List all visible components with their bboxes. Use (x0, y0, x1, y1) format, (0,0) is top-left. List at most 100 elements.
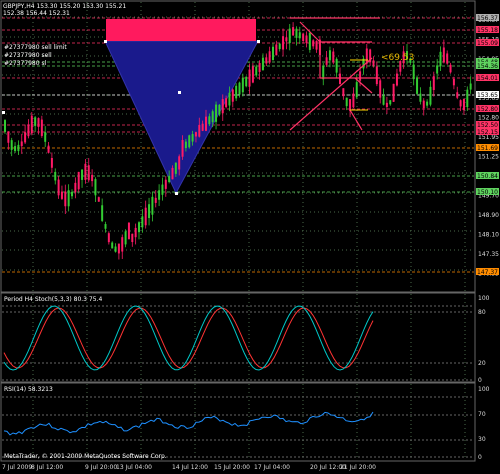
candle-body (71, 191, 73, 197)
rectangle-object[interactable] (106, 19, 256, 41)
annotation-text: <69.53 (381, 53, 414, 63)
price-tag-label: 155.09 (477, 40, 498, 47)
candle-body (57, 179, 60, 196)
candle-body (426, 101, 429, 106)
price-tick-label: 148.10 (478, 232, 499, 239)
time-label: 9 Jul 20:00 (85, 464, 117, 471)
candle-body (64, 191, 67, 207)
time-label: 21 Jul 20:00 (340, 464, 376, 471)
stoch-scale-label: 100 (478, 295, 490, 302)
candle-body (67, 190, 70, 207)
time-axis: 7 Jul 20098 Jul 12:00 9 Jul 20:0013 Jul 0… (2, 464, 376, 471)
candle-body (251, 66, 254, 83)
rsi-scale: 100 70 30 0 (478, 386, 490, 461)
price-tag-label: 150.84 (477, 173, 498, 180)
candle-body (268, 51, 271, 63)
price-tag-label: 154.01 (477, 75, 498, 82)
candle-body (221, 99, 224, 114)
candle-body (191, 134, 194, 142)
candle-body (124, 231, 127, 245)
candle-body (174, 162, 177, 174)
time-label: 15 Jul 20:00 (214, 464, 250, 471)
candle-body (7, 131, 10, 143)
candle-body (127, 222, 130, 240)
candle-body (382, 95, 385, 105)
candle-body (228, 92, 231, 106)
rsi-scale-label: 70 (478, 411, 486, 418)
candle-body (446, 53, 449, 64)
candle-body (335, 58, 338, 73)
price-tag-label: 156.37 (477, 15, 498, 22)
candle-body (81, 169, 84, 180)
symbol-header: GBPJPY,H4 153.30 155.20 153.30 155.21 (3, 3, 126, 10)
price-tag-label: 150.10 (477, 189, 498, 196)
stoch-scale-label: 20 (478, 360, 486, 367)
candle-body (24, 132, 27, 143)
candle-body (184, 141, 187, 149)
price-tag-label: 152.15 (477, 129, 498, 136)
candle-body (111, 242, 114, 249)
candle-body (158, 190, 161, 200)
candle-body (389, 100, 392, 105)
candle-body (322, 65, 325, 80)
candle-body (27, 124, 30, 137)
candle-body (211, 111, 214, 123)
price-tag-label: 155.18 (477, 27, 498, 34)
candle-body (241, 77, 244, 93)
price-tag-label: 152.50 (477, 122, 498, 129)
chart-window[interactable]: 156.37155.18154.85154.36153.65152.80151.… (0, 0, 500, 474)
candle-body (385, 102, 388, 107)
candle-body (101, 205, 104, 221)
candle-body (181, 140, 184, 157)
candle-body (225, 98, 228, 108)
stoch-scale: 100 80 20 0 (478, 295, 490, 384)
candle-body (14, 146, 17, 152)
candle-body (379, 80, 382, 98)
candle-body (10, 140, 13, 150)
candle-body (275, 44, 278, 56)
candle-body (312, 40, 315, 47)
candle-body (231, 89, 234, 102)
candle-body (248, 69, 251, 87)
candle-body (208, 116, 211, 125)
price-tag-label: 147.37 (477, 269, 498, 276)
candle-body (54, 171, 57, 181)
candle-body (97, 197, 100, 202)
candle-body (429, 86, 432, 105)
rsi-title: RSI(14) 58.3213 (4, 386, 53, 393)
price-tick-label: 152.80 (478, 115, 499, 122)
candle-body (44, 132, 47, 142)
candle-body (439, 51, 442, 67)
candle-body (469, 83, 472, 90)
price-tick-label: 148.90 (478, 212, 499, 219)
candle-body (261, 57, 264, 71)
candle-body (30, 115, 33, 134)
candle-body (419, 93, 422, 102)
candle-body (134, 227, 137, 238)
candle-body (84, 163, 87, 180)
candle-body (141, 216, 144, 228)
candle-body (121, 237, 124, 252)
candle-body (188, 135, 191, 148)
candle-body (452, 78, 455, 86)
candle-body (315, 41, 318, 50)
candle-body (238, 82, 241, 95)
candle-body (138, 222, 140, 233)
candle-body (47, 145, 50, 153)
candle-body (295, 28, 298, 38)
candle-body (94, 179, 97, 196)
candle-body (215, 104, 218, 122)
copyright-text: MetaTrader, © 2001-2009 MetaQuotes Softw… (4, 453, 167, 460)
candle-body (131, 233, 134, 243)
candle-body (412, 64, 415, 80)
time-label: 8 Jul 12:00 (31, 464, 63, 471)
time-label: 17 Jul 04:00 (254, 464, 290, 471)
candle-body (456, 92, 459, 98)
candle-body (302, 33, 305, 42)
rsi-pane[interactable] (0, 382, 476, 462)
price-tick-label: 151.25 (478, 154, 499, 161)
candle-body (272, 46, 274, 61)
candle-body (308, 32, 311, 50)
candle-body (288, 28, 291, 44)
price-tick-label: 147.35 (478, 251, 499, 258)
